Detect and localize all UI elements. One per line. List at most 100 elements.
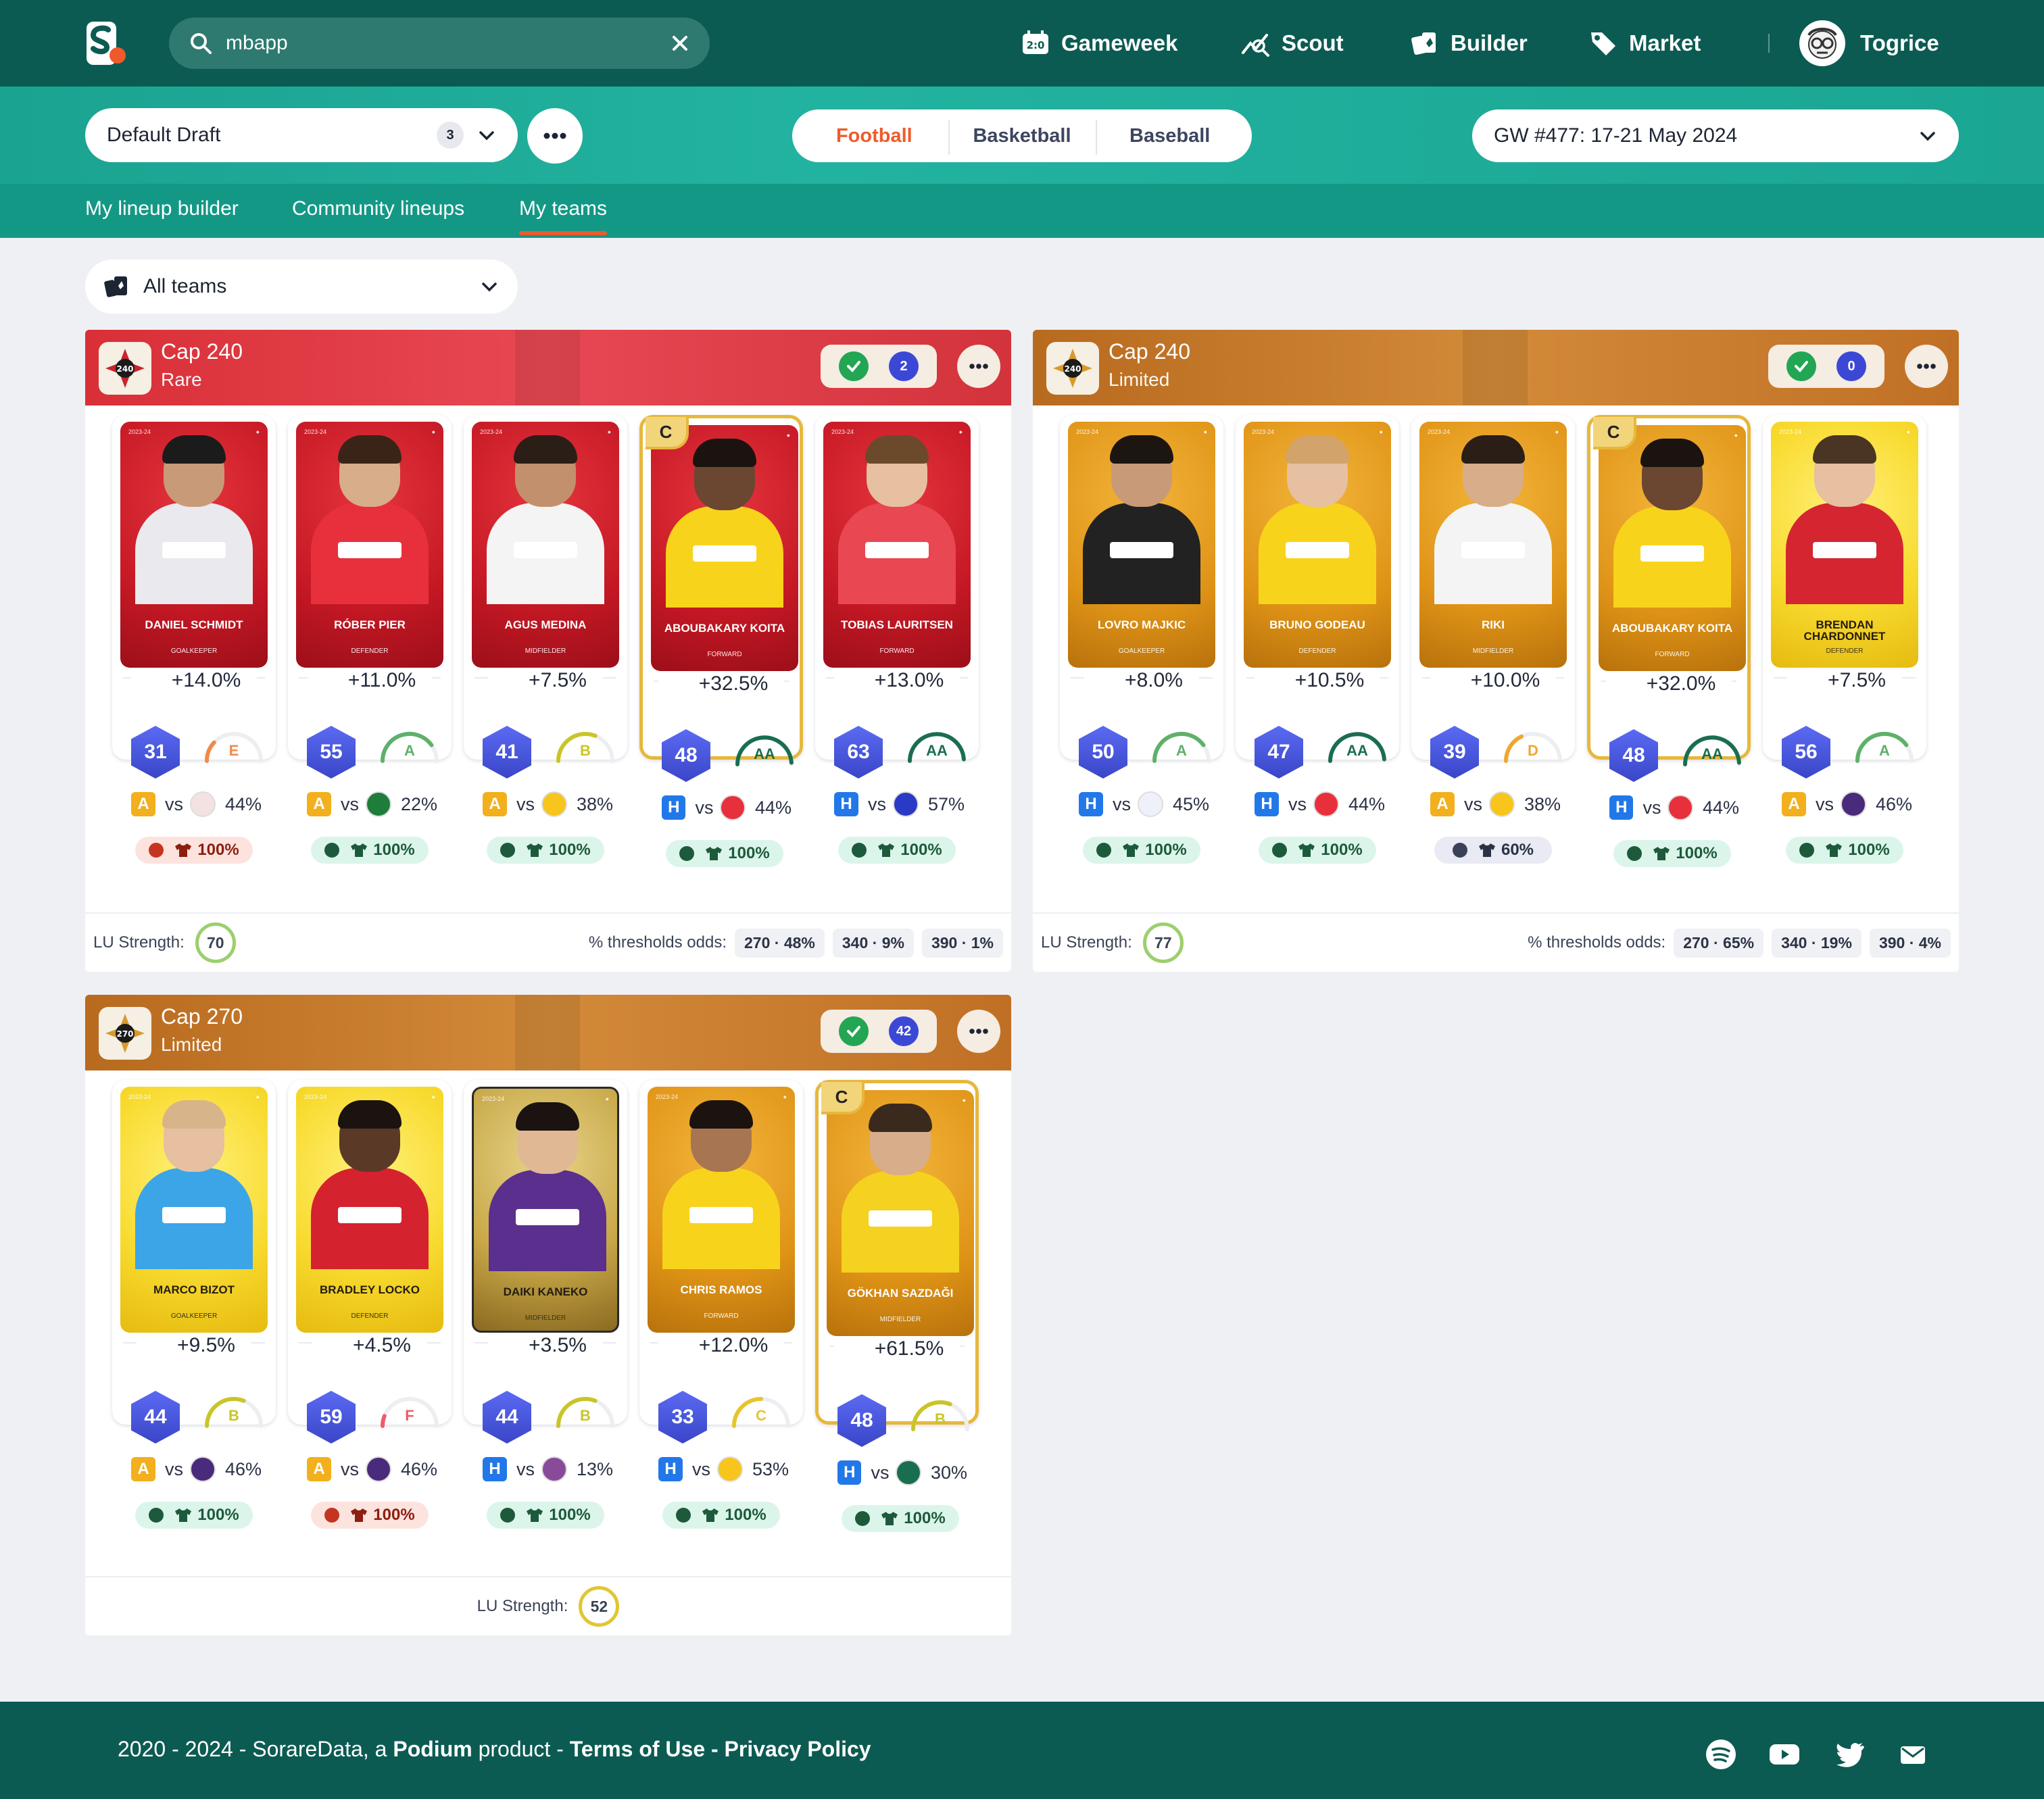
player-card-art[interactable]: 2023-24 ● RÓBER PIER DEFENDER [296, 422, 443, 668]
bonus-value-wrap: +4.5% [312, 1334, 427, 1357]
jersey-sponsor [162, 1207, 226, 1223]
footer-brand-link[interactable]: Podium [393, 1737, 472, 1761]
sport-tab-football[interactable]: Football [800, 125, 948, 147]
win-probability: 30% [930, 1462, 967, 1483]
terms-link[interactable]: Terms of Use [570, 1737, 705, 1761]
player-card-art[interactable]: 2023-24 ● DANIEL SCHMIDT GOALKEEPER [120, 422, 268, 668]
draft-select[interactable]: Default Draft 3 [85, 108, 518, 162]
player-card-art[interactable]: 2023-24●ABOUBAKARY KOITAFORWARD [1599, 425, 1746, 671]
player-card[interactable]: 2023-24●ABOUBAKARY KOITAFORWARDC+32.5%48… [639, 415, 803, 867]
next-opponent[interactable]: Avs 46% [1782, 791, 1918, 818]
starter-odds-pill: 100% [666, 840, 783, 867]
sport-tab-baseball[interactable]: Baseball [1096, 119, 1244, 155]
starter-odds-value: 100% [1848, 841, 1890, 859]
shirt-icon [351, 843, 368, 857]
player-card[interactable]: 2023-24 ● RIKI MIDFIELDER +10.0% 39 D Avs 38% 60% [1411, 415, 1575, 864]
team-more-button[interactable] [957, 345, 1000, 388]
next-opponent[interactable]: Avs 46% [131, 1456, 268, 1483]
next-opponent[interactable]: Hvs 53% [658, 1456, 795, 1483]
player-card-art[interactable]: 2023-24 ● LOVRO MAJKIC GOALKEEPER [1068, 422, 1215, 668]
player-card-art[interactable]: 2023-24 ● MARCO BIZOT GOALKEEPER [120, 1087, 268, 1333]
grade-label: B [228, 1407, 239, 1424]
shirt-icon [1478, 843, 1495, 857]
opponent-crest-icon [893, 791, 919, 817]
privacy-link[interactable]: Privacy Policy [725, 1737, 871, 1761]
team-status[interactable]: 2 [821, 345, 937, 388]
next-opponent[interactable]: Avs 38% [1430, 791, 1567, 818]
player-card[interactable]: 2023-24●GÖKHAN SAZDAĞIMIDFIELDERC+61.5%4… [815, 1080, 979, 1532]
team-status[interactable]: 42 [821, 1010, 937, 1053]
grade-label: A [1879, 742, 1890, 759]
bonus-value-wrap: +8.0% [1084, 669, 1199, 692]
gameweek-select[interactable]: GW #477: 17-21 May 2024 [1472, 109, 1959, 162]
grade-gauge: E [200, 726, 268, 766]
player-card-art[interactable]: 2023-24 ● TOBIAS LAURITSEN FORWARD [823, 422, 971, 668]
bonus-value: +32.0% [1638, 672, 1724, 695]
captain-badge: C [821, 1082, 865, 1114]
player-card[interactable]: 2023-24 ● TOBIAS LAURITSEN FORWARD +13.0% 63 A… [815, 415, 979, 864]
player-card-art[interactable]: 2023-24●GÖKHAN SAZDAĞIMIDFIELDER [827, 1090, 974, 1336]
tab-my-teams[interactable]: My teams [519, 197, 608, 238]
bonus-row: +32.5% [643, 672, 800, 695]
team-more-button[interactable] [957, 1010, 1000, 1053]
youtube-icon[interactable] [1768, 1738, 1801, 1771]
player-card-art[interactable]: 2023-24 ● AGUS MEDINA MIDFIELDER [472, 422, 619, 668]
avatar [1799, 20, 1845, 66]
shirt-icon [175, 1508, 192, 1522]
bonus-row: +10.5% [1236, 669, 1399, 692]
player-card[interactable]: 2023-24 ● AGUS MEDINA MIDFIELDER +7.5% 41 B Avs… [464, 415, 627, 864]
clear-search-icon[interactable] [671, 34, 689, 53]
player-card[interactable]: 2023-24 ● DAIKI KANEKO MIDFIELDER +3.5% 44 B Hv… [464, 1080, 627, 1529]
win-probability: 45% [1173, 793, 1210, 814]
venue-badge: A [131, 1457, 155, 1481]
player-card[interactable]: 2023-24 ● MARCO BIZOT GOALKEEPER +9.5% 44 B Avs… [112, 1080, 276, 1529]
next-opponent[interactable]: Hvs 44% [1609, 794, 1739, 821]
next-opponent[interactable]: Hvs 45% [1079, 791, 1215, 818]
player-card-art[interactable]: 2023-24●ABOUBAKARY KOITAFORWARD [651, 425, 798, 671]
player-card[interactable]: 2023-24●ABOUBAKARY KOITAFORWARDC+32.0%48… [1587, 415, 1751, 867]
team-filter-select[interactable]: All teams [85, 260, 518, 314]
next-opponent[interactable]: Avs 46% [307, 1456, 443, 1483]
sorare-data-logo[interactable] [84, 20, 127, 66]
nav-market[interactable]: Market [1588, 20, 1701, 66]
player-card[interactable]: 2023-24 ● LOVRO MAJKIC GOALKEEPER +8.0% 50 A Hv… [1060, 415, 1223, 864]
next-opponent[interactable]: Hvs 13% [483, 1456, 619, 1483]
next-opponent[interactable]: Avs 38% [483, 791, 619, 818]
next-opponent[interactable]: Avs 44% [131, 791, 268, 818]
player-card[interactable]: 2023-24 ● BRADLEY LOCKO DEFENDER +4.5% 59 F Avs… [288, 1080, 452, 1529]
player-card-art[interactable]: 2023-24 ● RIKI MIDFIELDER [1419, 422, 1567, 668]
mail-icon[interactable] [1897, 1738, 1929, 1771]
next-opponent[interactable]: Avs 22% [307, 791, 443, 818]
tab-community-lineups[interactable]: Community lineups [292, 197, 464, 238]
spotify-icon[interactable] [1705, 1738, 1737, 1771]
twitter-icon[interactable] [1833, 1738, 1866, 1771]
player-card[interactable]: 2023-24 ● CHRIS RAMOS FORWARD +12.0% 33 C Hvs 53… [639, 1080, 803, 1529]
nav-gameweek[interactable]: 2:0 Gameweek [1021, 20, 1177, 66]
player-card[interactable]: 2023-24 ● DANIEL SCHMIDT GOALKEEPER +14.0% 31… [112, 415, 276, 864]
search-input[interactable] [226, 32, 671, 55]
player-hair [689, 1100, 753, 1129]
search-bar[interactable] [169, 18, 710, 69]
user-menu[interactable]: Togrice [1799, 19, 1939, 68]
bonus-value: +7.5% [520, 669, 595, 692]
player-card-art[interactable]: 2023-24 ● BRADLEY LOCKO DEFENDER [296, 1087, 443, 1333]
tab-lineup-builder[interactable]: My lineup builder [85, 197, 239, 238]
team-more-button[interactable] [1905, 345, 1948, 388]
draft-more-button[interactable] [527, 108, 583, 164]
player-card-art[interactable]: 2023-24 ● BRUNO GODEAU DEFENDER [1244, 422, 1391, 668]
next-opponent[interactable]: Hvs 44% [1255, 791, 1391, 818]
nav-scout[interactable]: Scout [1241, 20, 1344, 66]
nav-builder[interactable]: Builder [1410, 20, 1528, 66]
player-card[interactable]: 2023-24 ● RÓBER PIER DEFENDER +11.0% 55 A Avs 22… [288, 415, 452, 864]
next-opponent[interactable]: Hvs 44% [662, 794, 792, 821]
next-opponent[interactable]: Hvs 30% [837, 1459, 967, 1486]
sport-tab-basketball[interactable]: Basketball [948, 119, 1096, 155]
player-card-art[interactable]: 2023-24 ● CHRIS RAMOS FORWARD [648, 1087, 795, 1333]
player-card-art[interactable]: 2023-24 ● BRENDAN CHARDONNET DEFENDER [1771, 422, 1918, 668]
player-card[interactable]: 2023-24 ● BRUNO GODEAU DEFENDER +10.5% 47 AA Hv… [1236, 415, 1399, 864]
team-status[interactable]: 0 [1768, 345, 1884, 388]
player-card[interactable]: 2023-24 ● BRENDAN CHARDONNET DEFENDER +7.5% 5… [1763, 415, 1926, 864]
bonus-row: +9.5% [112, 1334, 276, 1357]
player-card-art[interactable]: 2023-24 ● DAIKI KANEKO MIDFIELDER [472, 1087, 619, 1333]
next-opponent[interactable]: Hvs 57% [834, 791, 971, 818]
